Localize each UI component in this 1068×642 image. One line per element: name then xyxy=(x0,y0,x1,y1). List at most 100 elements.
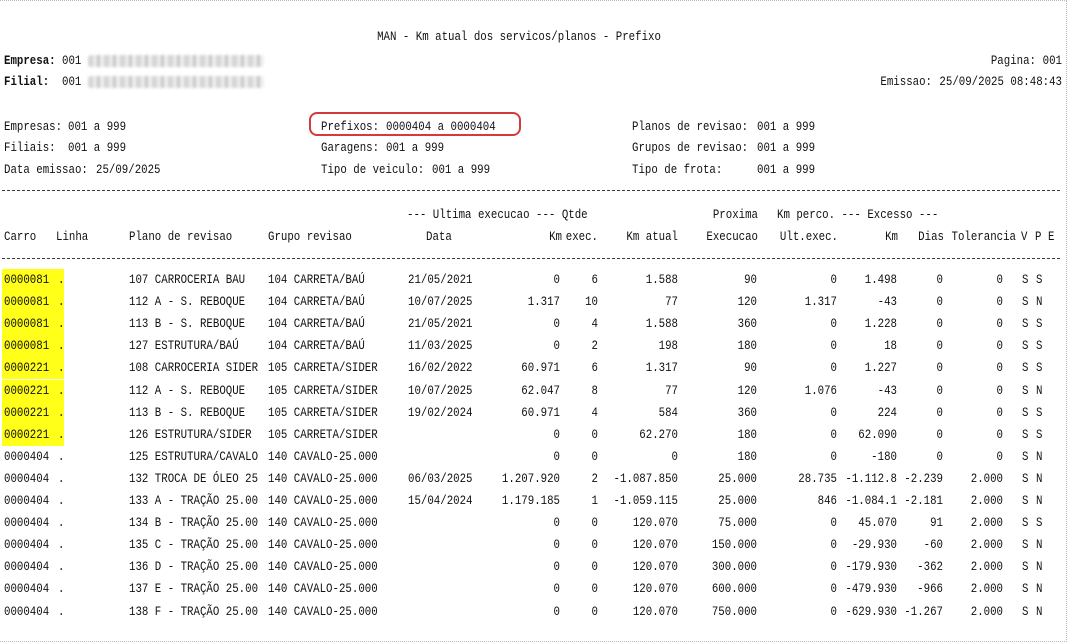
cell-tolerancia: 2.000 xyxy=(970,582,1003,596)
filter-planos-label: Planos de revisao: xyxy=(632,120,749,134)
report-title: MAN - Km atual dos servicos/planos - Pre… xyxy=(377,30,661,44)
header-p: P xyxy=(1035,230,1042,244)
cell-v: S xyxy=(1022,295,1029,309)
prefixos-callout xyxy=(309,112,521,136)
cell-carro: 0000221 xyxy=(4,406,50,420)
pagina-value: 001 xyxy=(1042,54,1062,68)
cell-p: S xyxy=(1036,406,1043,420)
header-group-ultima-execucao: --- Ultima execucao --- Qtde xyxy=(407,208,588,222)
cell-linha: . xyxy=(58,339,65,353)
cell-p: N xyxy=(1036,494,1043,508)
table-row: 0000221. 113 B - S. REBOQUE 105 CARRETA/SI… xyxy=(0,402,1068,424)
header-v: V xyxy=(1021,230,1028,244)
cell-tolerancia: 2.000 xyxy=(970,605,1003,619)
empresa-label: Empresa: xyxy=(4,54,56,68)
cell-linha: . xyxy=(58,450,65,464)
cell-plano: 125 ESTRUTURA/CAVALO xyxy=(129,450,259,464)
header-e: E xyxy=(1048,230,1055,244)
filter-tipo-veiculo-label: Tipo de veiculo: xyxy=(321,163,425,177)
cell-linha: . xyxy=(58,472,65,486)
header-excesso-km: Km xyxy=(885,230,898,244)
cell-plano: 107 CARROCERIA BAU xyxy=(129,273,246,287)
header-ult-exec: Ult.exec. xyxy=(779,230,838,244)
cell-v: S xyxy=(1022,317,1029,331)
cell-carro: 0000404 xyxy=(4,472,50,486)
cell-linha: . xyxy=(58,494,65,508)
cell-linha: . xyxy=(58,384,65,398)
filter-data-emissao-label: Data emissao: xyxy=(4,163,88,177)
cell-linha: . xyxy=(58,406,65,420)
header-exec: exec. xyxy=(565,230,598,244)
filter-data-emissao-value: 25/09/2025 xyxy=(96,163,161,177)
cell-grupo: 105 CARRETA/SIDER xyxy=(268,406,378,420)
table-row: 0000081. 127 ESTRUTURA/BAÚ 104 CARRETA/BAÚ… xyxy=(0,335,1068,357)
filter-tipo-frota-value: 001 a 999 xyxy=(757,163,816,177)
cell-p: N xyxy=(1036,472,1043,486)
cell-carro: 0000081 xyxy=(4,273,50,287)
cell-p: S xyxy=(1036,361,1043,375)
cell-plano: 137 E - TRAÇÃO 25.00 xyxy=(129,582,259,596)
cell-tolerancia: 0 xyxy=(996,339,1003,353)
header-grupo: Grupo revisao xyxy=(268,230,352,244)
header-linha: Linha xyxy=(56,230,89,244)
cell-plano: 112 A - S. REBOQUE xyxy=(129,295,246,309)
cell-grupo: 140 CAVALO-25.000 xyxy=(268,450,378,464)
cell-plano: 135 C - TRAÇÃO 25.00 xyxy=(129,538,259,552)
filter-planos-value: 001 a 999 xyxy=(757,120,816,134)
cell-p: S xyxy=(1036,273,1043,287)
header-carro: Carro xyxy=(4,230,37,244)
cell-plano: 136 D - TRAÇÃO 25.00 xyxy=(129,560,259,574)
table-row: 0000404. 134 B - TRAÇÃO 25.00 140 CAVALO-2… xyxy=(0,512,1068,534)
cell-tolerancia: 0 xyxy=(996,317,1003,331)
cell-tolerancia: 0 xyxy=(996,406,1003,420)
table-row: 0000081. 113 B - S. REBOQUE 104 CARRETA/BA… xyxy=(0,313,1068,335)
cell-grupo: 140 CAVALO-25.000 xyxy=(268,538,378,552)
report-page: MAN - Km atual dos servicos/planos - Pre… xyxy=(0,0,1067,642)
cell-p: S xyxy=(1036,428,1043,442)
header-km: Km xyxy=(549,230,562,244)
cell-plano: 126 ESTRUTURA/SIDER xyxy=(129,428,252,442)
filter-empresas-label: Empresas: xyxy=(4,120,63,134)
cell-grupo: 140 CAVALO-25.000 xyxy=(268,494,378,508)
cell-grupo: 105 CARRETA/SIDER xyxy=(268,428,378,442)
cell-tolerancia: 2.000 xyxy=(970,560,1003,574)
cell-linha: . xyxy=(58,361,65,375)
cell-v: S xyxy=(1022,450,1029,464)
cell-v: S xyxy=(1022,560,1029,574)
cell-carro: 0000404 xyxy=(4,582,50,596)
filial-code: 001 xyxy=(62,75,82,89)
cell-grupo: 140 CAVALO-25.000 xyxy=(268,582,378,596)
table-row: 0000404. 138 F - TRAÇÃO 25.00 140 CAVALO-2… xyxy=(0,601,1068,623)
cell-linha: . xyxy=(58,582,65,596)
cell-linha: . xyxy=(58,538,65,552)
cell-tolerancia: 2.000 xyxy=(970,538,1003,552)
cell-p: N xyxy=(1036,605,1043,619)
cell-v: S xyxy=(1022,273,1029,287)
cell-tolerancia: 2.000 xyxy=(970,516,1003,530)
filter-empresas-value: 001 a 999 xyxy=(68,120,127,134)
cell-plano: 132 TROCA DE ÓLEO 25 xyxy=(129,472,259,486)
cell-p: N xyxy=(1036,582,1043,596)
cell-carro: 0000221 xyxy=(4,428,50,442)
filter-tipo-veiculo-value: 001 a 999 xyxy=(432,163,491,177)
cell-p: N xyxy=(1036,538,1043,552)
cell-v: S xyxy=(1022,428,1029,442)
table-row: 0000404. 137 E - TRAÇÃO 25.00 140 CAVALO-2… xyxy=(0,578,1068,600)
cell-linha: . xyxy=(58,428,65,442)
cell-p: N xyxy=(1036,560,1043,574)
cell-v: S xyxy=(1022,494,1029,508)
cell-tolerancia: 2.000 xyxy=(970,472,1003,486)
cell-grupo: 104 CARRETA/BAÚ xyxy=(268,317,365,331)
cell-carro: 0000404 xyxy=(4,494,50,508)
cell-carro: 0000404 xyxy=(4,516,50,530)
separator-top xyxy=(2,190,1060,191)
filter-garagens-label: Garagens: xyxy=(321,141,380,155)
table-row: 0000221. 108 CARROCERIA SIDER 105 CARRETA/… xyxy=(0,357,1068,379)
cell-linha: . xyxy=(58,605,65,619)
emissao-label: Emissao: xyxy=(880,75,932,89)
cell-grupo: 105 CARRETA/SIDER xyxy=(268,384,378,398)
table-row: 0000404. 135 C - TRAÇÃO 25.00 140 CAVALO-2… xyxy=(0,534,1068,556)
cell-grupo: 140 CAVALO-25.000 xyxy=(268,516,378,530)
cell-plano: 133 A - TRAÇÃO 25.00 xyxy=(129,494,259,508)
filter-tipo-frota-label: Tipo de frota: xyxy=(632,163,723,177)
